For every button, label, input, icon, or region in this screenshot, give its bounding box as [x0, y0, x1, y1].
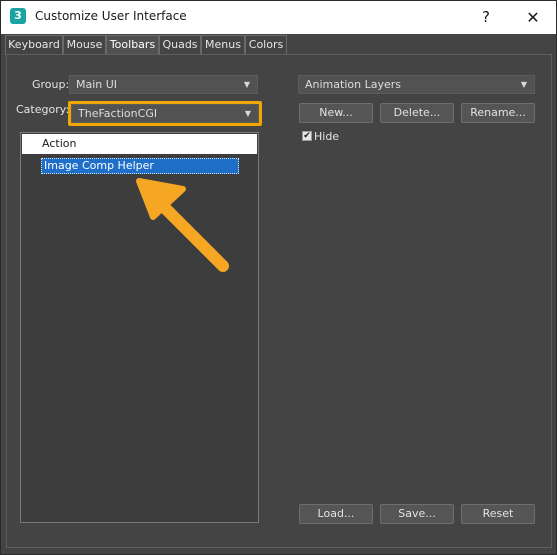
- hide-label: Hide: [314, 130, 340, 143]
- customize-ui-dialog: 3 Customize User Interface ? ✕ Keyboard …: [0, 0, 557, 555]
- close-button[interactable]: ✕: [510, 1, 556, 34]
- window-title: Customize User Interface: [35, 9, 187, 23]
- group-dropdown[interactable]: Main UI ▼: [69, 75, 258, 94]
- toolbar-dropdown[interactable]: Animation Layers ▼: [298, 75, 535, 94]
- chevron-down-icon: ▼: [520, 80, 527, 89]
- tab-mouse[interactable]: Mouse: [63, 35, 106, 55]
- load-button[interactable]: Load...: [299, 504, 373, 524]
- save-button[interactable]: Save...: [380, 504, 454, 524]
- group-label: Group:: [32, 78, 70, 91]
- rename-toolbar-button[interactable]: Rename...: [461, 103, 535, 123]
- hide-checkbox[interactable]: ✔: [302, 131, 312, 141]
- toolbar-dropdown-value: Animation Layers: [305, 78, 401, 91]
- title-bar: 3 Customize User Interface ? ✕: [1, 1, 556, 34]
- tab-toolbars[interactable]: Toolbars: [106, 35, 159, 56]
- list-header-action[interactable]: Action: [22, 134, 257, 154]
- tab-colors[interactable]: Colors: [245, 35, 287, 55]
- chevron-down-icon: ▼: [243, 80, 250, 89]
- reset-button[interactable]: Reset: [461, 504, 535, 524]
- category-dropdown-value: TheFactionCGI: [78, 107, 158, 120]
- tab-menus[interactable]: Menus: [201, 35, 245, 55]
- category-dropdown[interactable]: TheFactionCGI ▼: [71, 104, 259, 123]
- delete-toolbar-button[interactable]: Delete...: [380, 103, 454, 123]
- annotation-arrow-icon: [136, 178, 229, 272]
- app-icon: 3: [10, 8, 26, 24]
- group-dropdown-value: Main UI: [76, 78, 118, 91]
- tab-keyboard[interactable]: Keyboard: [5, 35, 63, 55]
- chevron-down-icon: ▼: [244, 109, 251, 118]
- category-label: Category:: [16, 103, 70, 116]
- help-button[interactable]: ?: [463, 1, 509, 34]
- new-toolbar-button[interactable]: New...: [299, 103, 373, 123]
- tab-quads[interactable]: Quads: [159, 35, 201, 55]
